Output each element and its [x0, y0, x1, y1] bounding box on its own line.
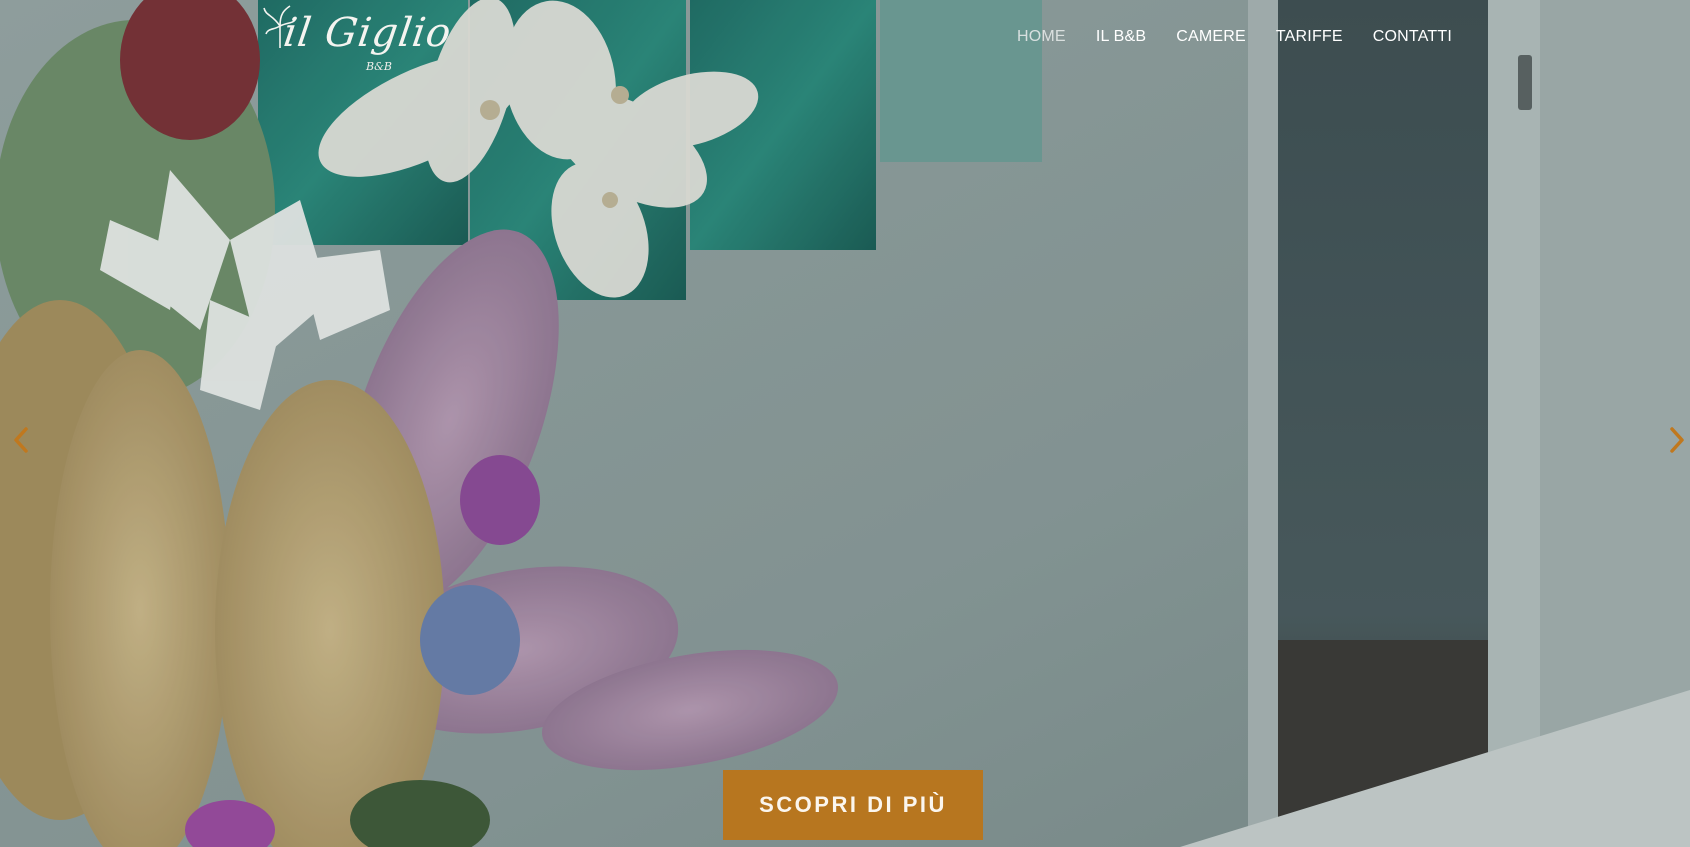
chevron-left-icon [14, 427, 28, 453]
nav-item-camere[interactable]: CAMERE [1176, 28, 1246, 46]
main-navigation: HOME IL B&B CAMERE TARIFFE CONTATTI [1017, 28, 1452, 46]
chevron-right-icon [1670, 427, 1684, 453]
discover-more-label: SCOPRI DI PIÙ [759, 792, 947, 817]
discover-more-button[interactable]: SCOPRI DI PIÙ [723, 770, 983, 840]
slider-prev-button[interactable] [8, 423, 34, 457]
hero-slider: il Giglio B&B HOME IL B&B CAMERE TARIFFE… [0, 0, 1690, 847]
nav-item-contatti[interactable]: CONTATTI [1373, 28, 1452, 46]
nav-item-home[interactable]: HOME [1017, 28, 1066, 46]
slider-next-button[interactable] [1664, 423, 1690, 457]
logo-wordmark: il Giglio [280, 10, 455, 56]
site-logo[interactable]: il Giglio B&B [256, 0, 455, 80]
nav-item-tariffe[interactable]: TARIFFE [1276, 28, 1343, 46]
logo-subtitle: B&B [366, 60, 392, 73]
nav-item-il-bb[interactable]: IL B&B [1096, 28, 1146, 46]
hero-dark-overlay [0, 0, 1690, 847]
